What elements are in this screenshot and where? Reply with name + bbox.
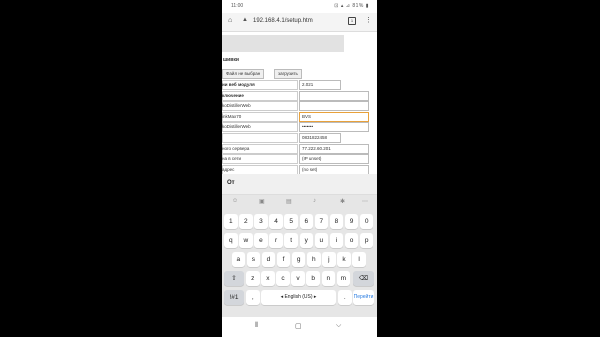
backspace-key[interactable]: ⌫ [353,271,374,286]
period-key[interactable]: . [338,290,352,305]
key-9[interactable]: 9 [344,214,359,229]
go-key[interactable]: Перейти [353,290,374,305]
key-y[interactable]: y [299,233,313,248]
row-label: koDistillerWeb [222,124,251,130]
key-c[interactable]: c [276,271,290,286]
page-header-bar [222,35,344,52]
key-r[interactable]: r [269,233,283,248]
more-menu-icon[interactable]: ⋮ [365,16,372,24]
row-value-input[interactable] [299,101,369,112]
key-6[interactable]: 6 [299,214,313,229]
space-bar[interactable]: ◂ English (US) ▸ [261,290,336,305]
suggestion-bar: От [222,174,377,195]
key-4[interactable]: 4 [269,214,283,229]
section-title: шивки [223,57,239,63]
row-label: ии веб модуля [222,82,255,87]
key-s[interactable]: s [246,252,261,267]
browser-address-bar: ⌂ ▲ 192.168.4.1/setup.htm 1 ⋮ [222,13,377,32]
home-icon[interactable]: ⌂ [228,17,232,24]
row-label: ного сервера [222,145,250,151]
key-a[interactable]: a [231,252,245,267]
table-row: 0831822458 [222,133,377,143]
key-e[interactable]: e [254,233,268,248]
upload-button[interactable]: загрузить [274,69,302,79]
key-1[interactable]: 1 [224,214,238,229]
row-value-input[interactable]: ••••••• [299,122,369,133]
key-o[interactable]: o [344,233,359,248]
key-n[interactable]: n [321,271,335,286]
status-icons: ⊡ ▴ ⊿ 81% ▮ [334,3,369,9]
row-label: адрес [222,166,235,172]
emoji-icon[interactable]: ☺ [232,198,238,204]
row-value-input[interactable]: 0831822458 [299,133,341,143]
key-5[interactable]: 5 [284,214,298,229]
clipboard-icon[interactable]: ▤ [286,198,292,205]
row-value-input[interactable] [299,90,369,101]
key-d[interactable]: d [261,252,276,267]
table-row: inkMax70 BVS [222,111,377,122]
status-bar: 11:00 ⊡ ▴ ⊿ 81% ▮ [222,0,377,13]
key-u[interactable]: u [314,233,329,248]
key-q[interactable]: q [224,233,238,248]
table-row: ии веб модуля 2.021 [222,80,377,90]
choose-file-button[interactable]: Файл не выбран [222,69,265,79]
table-row: ключение [222,90,377,101]
key-v[interactable]: v [291,271,305,286]
key-j[interactable]: j [322,252,336,267]
home-button-icon[interactable]: ▢ [295,322,302,330]
table-row: koDistillerWeb ••••••• [222,122,377,133]
firmware-file-row: Файл не выбран загрузить [222,69,377,79]
row-label: inkMax70 [222,113,242,119]
more-options-icon[interactable]: ⋯ [362,198,368,205]
tabs-button[interactable]: 1 [348,17,356,25]
phone-screen: 11:00 ⊡ ▴ ⊿ 81% ▮ ⌂ ▲ 192.168.4.1/setup.… [222,0,377,337]
key-g[interactable]: g [291,252,306,267]
key-w[interactable]: w [239,233,253,248]
settings-gear-icon[interactable]: ✱ [340,198,345,205]
url-field[interactable]: 192.168.4.1/setup.htm [253,18,313,24]
row-label: ключение [222,92,244,98]
key-m[interactable]: m [336,271,351,286]
key-l[interactable]: l [352,252,366,267]
key-0[interactable]: 0 [359,214,374,229]
key-i[interactable]: i [329,233,344,248]
suggestion-word[interactable]: От [227,180,235,186]
key-b[interactable]: b [306,271,320,286]
key-k[interactable]: k [337,252,351,267]
shift-key[interactable]: ⇧ [224,271,244,286]
key-x[interactable]: x [261,271,275,286]
key-3[interactable]: 3 [254,214,268,229]
comma-key[interactable]: , [246,290,260,305]
table-row: на в сети (IP unset) [222,154,377,165]
row-label: koDistillerWeb [222,103,251,109]
key-f[interactable]: f [276,252,291,267]
row-value-input[interactable]: 77.222.60.201 [299,143,369,154]
key-t[interactable]: t [284,233,298,248]
navigation-bar: ⦀ ▢ ⌵ [222,317,377,337]
symbols-key[interactable]: !#1 [224,290,244,305]
key-2[interactable]: 2 [239,214,253,229]
web-page: шивки Файл не выбран загрузить ии веб мо… [222,32,377,186]
label-cell [222,133,298,143]
table-row: ного сервера 77.222.60.201 [222,143,377,154]
table-row: koDistillerWeb [222,101,377,112]
key-h[interactable]: h [307,252,321,267]
row-label: на в сети [222,156,242,162]
row-value-input[interactable]: (IP unset) [299,154,369,165]
sticker-icon[interactable]: ▣ [259,198,265,205]
key-8[interactable]: 8 [329,214,344,229]
microphone-icon[interactable]: ♪ [313,198,316,204]
key-p[interactable]: p [359,233,374,248]
keyboard-toolbar: ☺ ▣ ▤ ♪ ✱ ⋯ [222,196,377,210]
status-time: 11:00 [231,3,244,9]
warning-icon[interactable]: ▲ [242,17,248,23]
on-screen-keyboard: От ☺ ▣ ▤ ♪ ✱ ⋯ 1234567890 qwertyuiop asdfg… [222,174,377,317]
row-value-input[interactable]: BVS [299,111,369,122]
back-icon[interactable]: ⌵ [336,322,341,330]
row-value-input[interactable]: 2.021 [299,80,341,90]
recents-icon[interactable]: ⦀ [255,322,258,330]
key-7[interactable]: 7 [314,214,329,229]
key-z[interactable]: z [246,271,260,286]
